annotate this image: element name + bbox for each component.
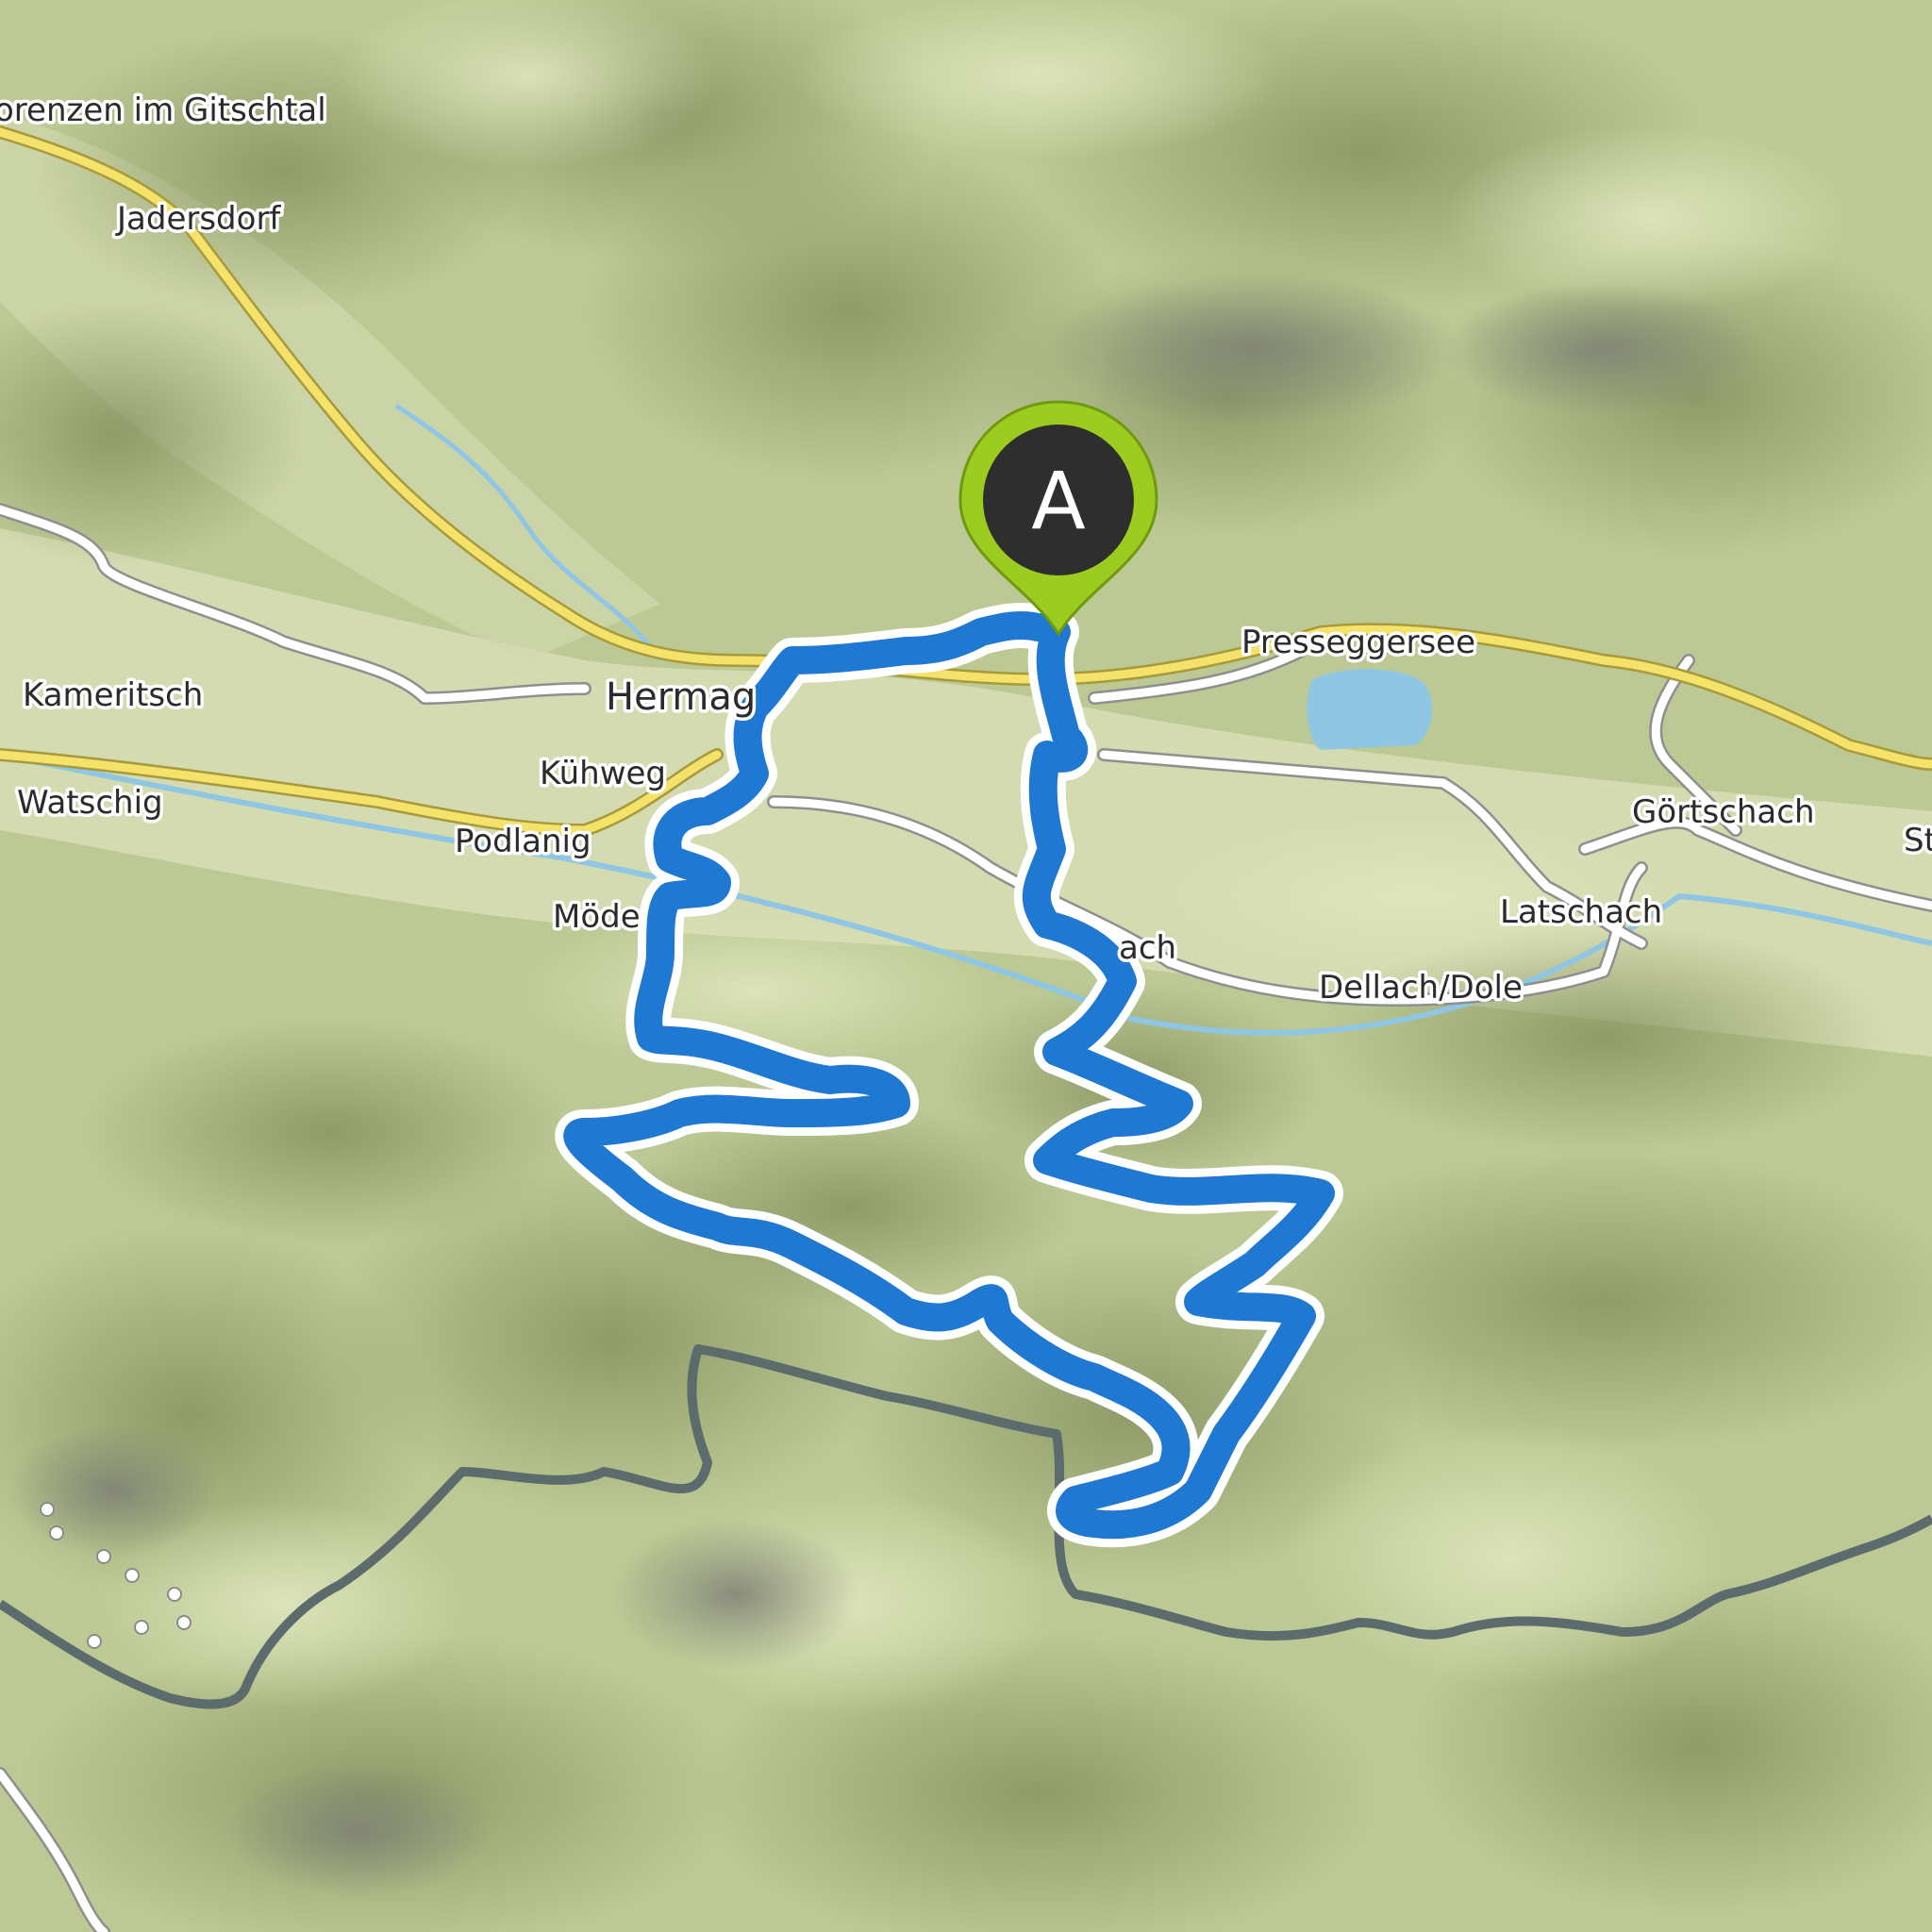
presseggersee-lake — [1307, 669, 1433, 750]
label-st-lorenzen: orenzen im Gitschtal — [0, 92, 326, 129]
label-kameritsch: Kameritsch — [23, 676, 203, 714]
label-nach: ach — [1119, 929, 1176, 967]
label-st-edge: St — [1904, 822, 1932, 859]
label-latschach: Latschach — [1500, 893, 1662, 931]
map-canvas[interactable]: orenzen im Gitschtal Jadersdorf Kamerits… — [0, 0, 1932, 1932]
label-dellach: Dellach/Dole — [1319, 969, 1523, 1007]
label-podlanig: Podlanig — [455, 823, 591, 860]
map-svg[interactable]: orenzen im Gitschtal Jadersdorf Kamerits… — [0, 0, 1932, 1932]
start-marker-letter: A — [1031, 455, 1085, 547]
label-presseggersee: Presseggersee — [1241, 624, 1475, 661]
label-moede: Möde — [553, 898, 641, 936]
label-kuehweg: Kühweg — [540, 755, 666, 792]
label-jadersdorf: Jadersdorf — [115, 200, 281, 238]
label-hermagor: Hermag — [606, 675, 756, 719]
label-goertschach: Görtschach — [1632, 793, 1815, 831]
label-watschig: Watschig — [17, 784, 163, 822]
